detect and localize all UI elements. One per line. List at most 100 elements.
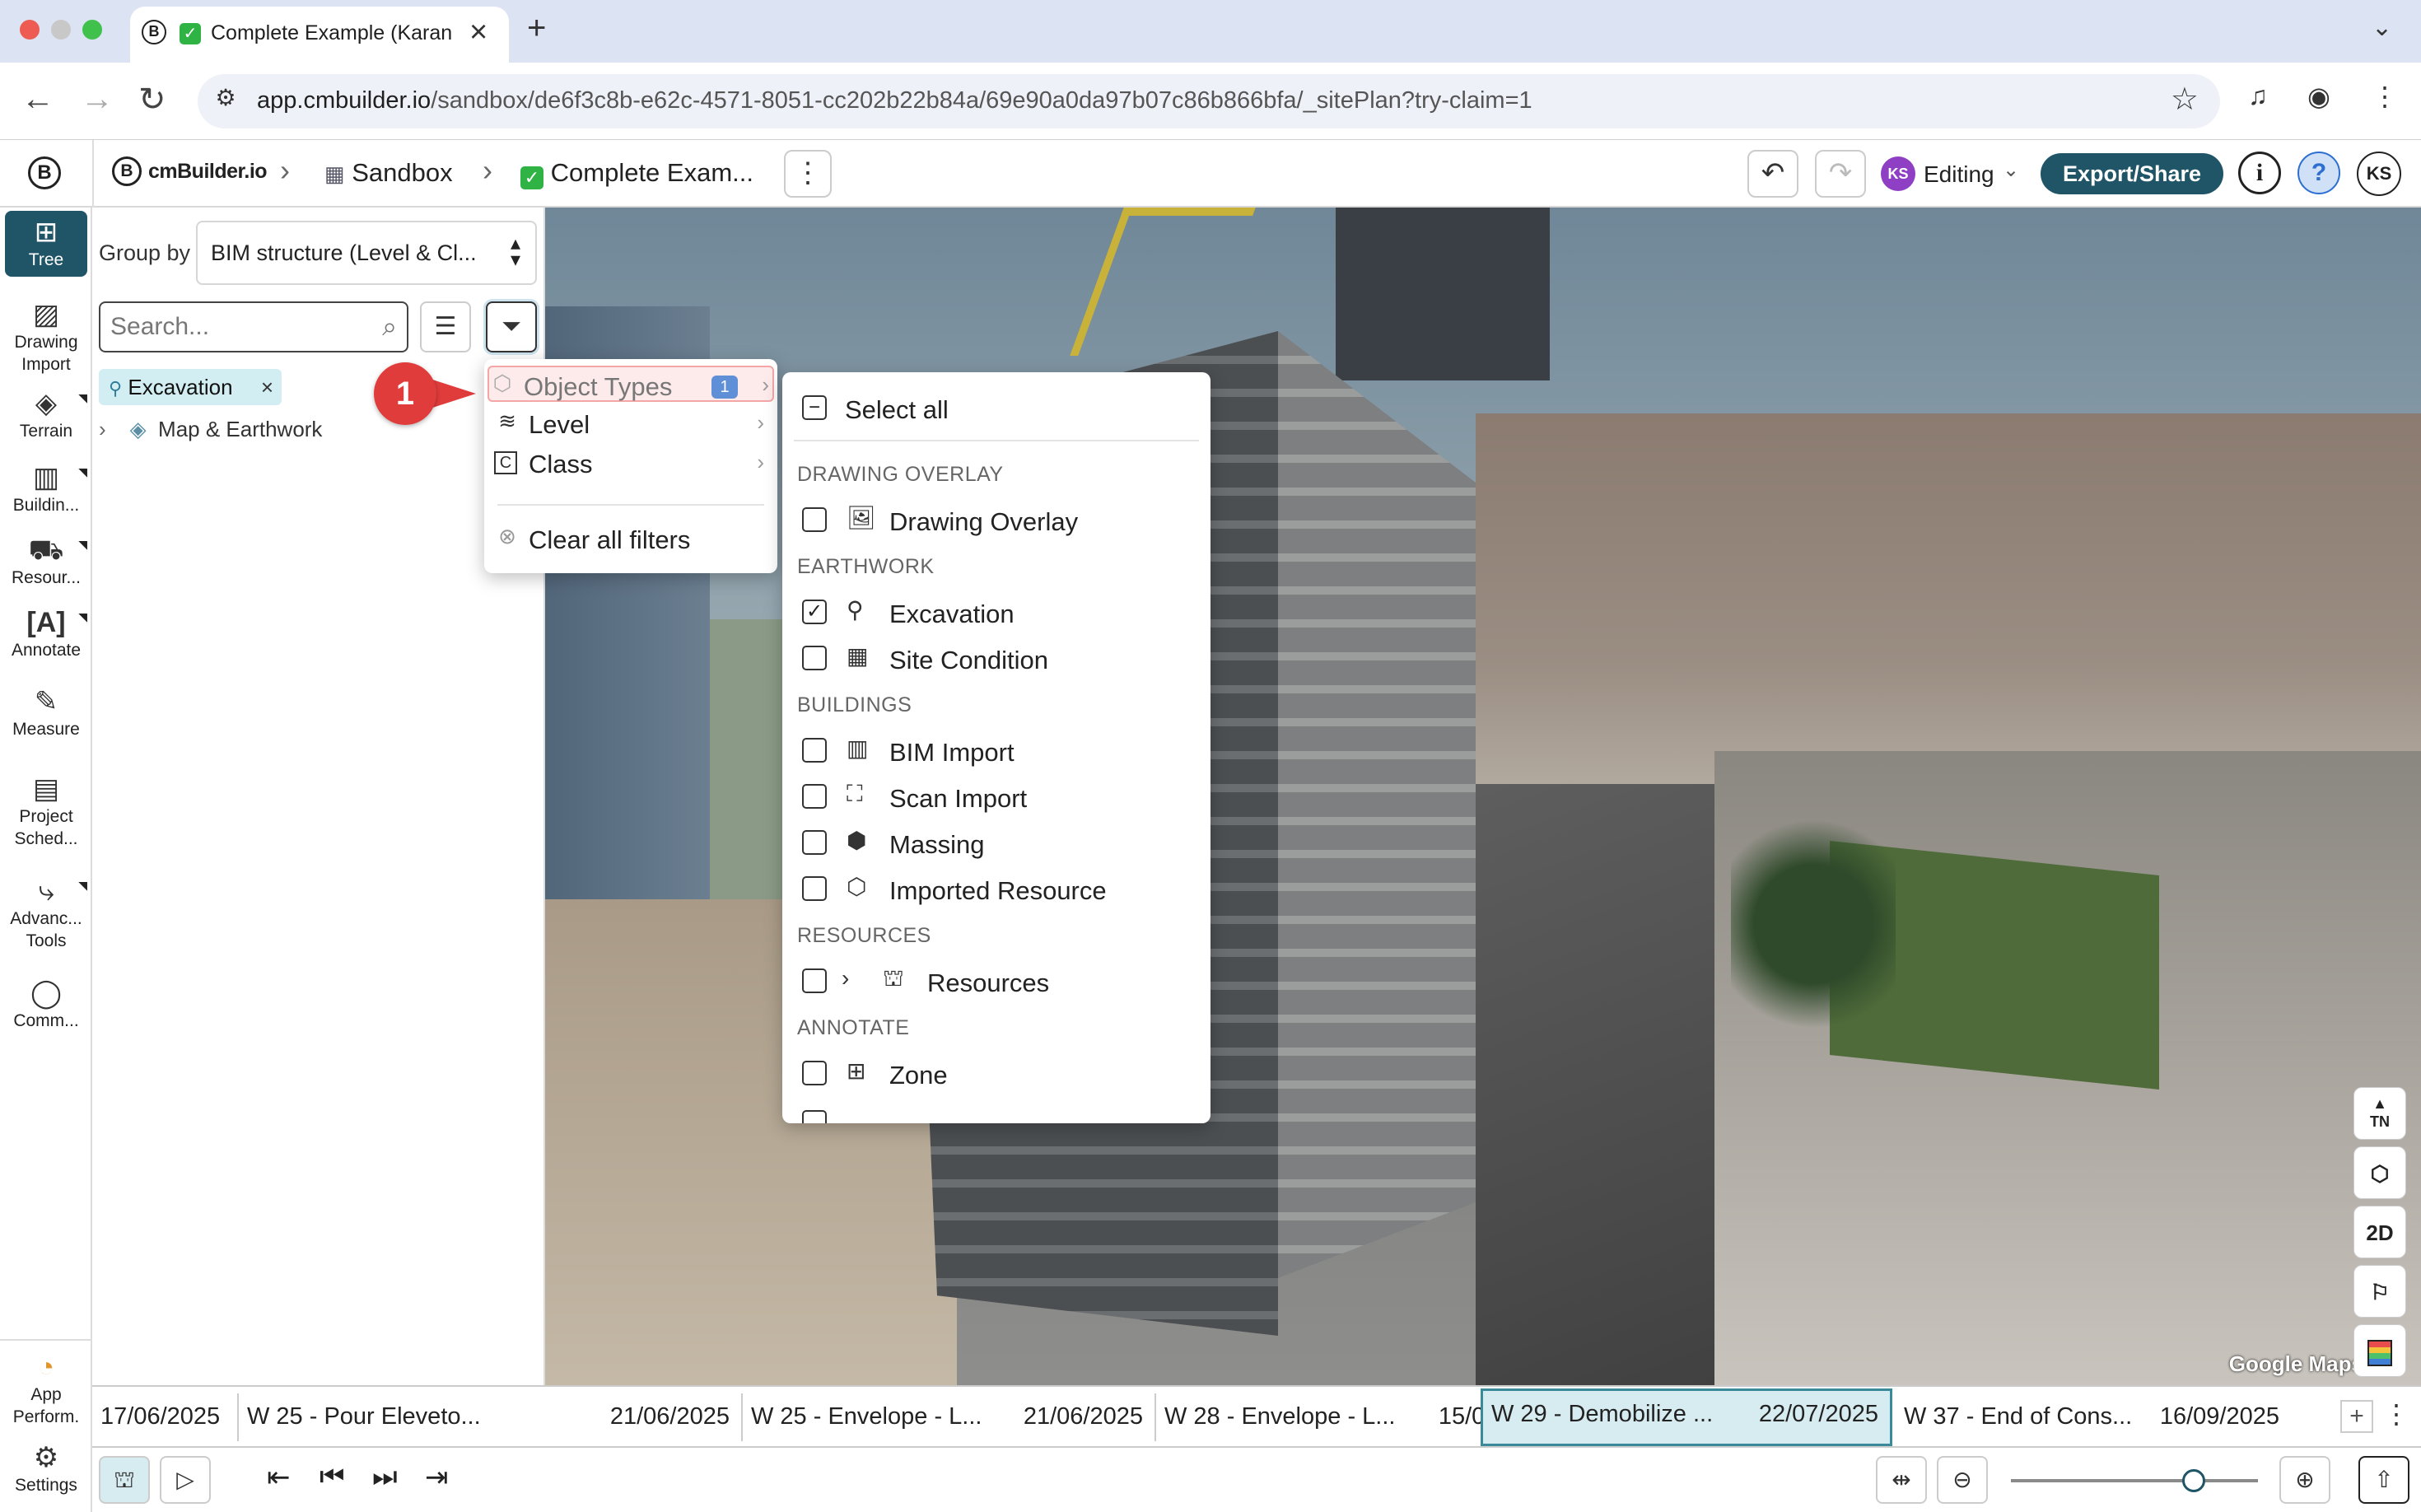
site-settings-icon[interactable]: ⚙ [209, 84, 242, 117]
app-logo-icon[interactable]: B [28, 156, 61, 189]
url-host: app.cmbuilder.io [257, 87, 431, 114]
redo-button[interactable]: ↷ [1815, 150, 1866, 198]
browser-tab-active[interactable]: B ✓ Complete Example (Karan × [130, 7, 509, 63]
rail-item-settings[interactable]: ⚙ Settings [0, 1441, 92, 1496]
timeline-menu-icon[interactable]: ⋮ [2383, 1398, 2409, 1430]
window-close-button[interactable] [20, 20, 40, 40]
type-checkbox[interactable] [802, 830, 827, 855]
timeline-item[interactable]: W 37 - End of Cons... 16/09/2025 [1896, 1393, 2291, 1441]
step-back-icon[interactable]: ⏮ [320, 1461, 345, 1493]
timeline-item-selected[interactable]: W 29 - Demobilize ... 22/07/2025 [1481, 1388, 1892, 1446]
active-filter-chip[interactable]: ⚲ Excavation × [99, 369, 282, 405]
rail-item-app-performance[interactable]: ◔ App Perform. [0, 1351, 92, 1428]
search-box[interactable]: ⌕ [99, 301, 408, 352]
step-forward-icon[interactable]: ⏭ [372, 1461, 398, 1493]
export-share-button[interactable]: Export/Share [2041, 153, 2223, 194]
rail-item-drawing-import[interactable]: ▨ Drawing Import [0, 298, 92, 376]
rail-item-advanced-tools[interactable]: ◥ ⤷ Advanc... Tools [0, 875, 92, 952]
zoom-out-button[interactable]: ⊖ [1937, 1456, 1988, 1504]
media-control-icon[interactable]: ♫ [2248, 81, 2268, 111]
menu-item-clear-filters[interactable]: ⊗ Clear all filters [494, 520, 767, 557]
address-bar[interactable]: ⚙ app.cmbuilder.io/sandbox/de6f3c8b-e62c… [198, 74, 2220, 128]
breadcrumb-project[interactable]: ✓ Complete Exam... [520, 158, 753, 189]
skip-to-start-icon[interactable]: ⇤ [267, 1461, 291, 1494]
brand-name[interactable]: cmBuilder.io [148, 160, 268, 184]
add-milestone-button[interactable]: + [2340, 1400, 2373, 1433]
compass-button[interactable]: ▲ TN [2353, 1087, 2406, 1140]
rail-item-terrain[interactable]: ◥ ◈ Terrain [0, 387, 92, 442]
rail-item-comments[interactable]: ◯ Comm... [0, 977, 92, 1032]
group-by-select[interactable]: BIM structure (Level & Cl... ▴ ▾ [196, 221, 537, 285]
sort-options-button[interactable]: ☰ [420, 301, 471, 352]
tab-search-chevron-icon[interactable]: ⌄ [2372, 13, 2392, 42]
url-text[interactable]: app.cmbuilder.io/sandbox/de6f3c8b-e62c-4… [257, 87, 1532, 114]
timeline-item[interactable]: W 25 - Envelope - L... 21/06/2025 [743, 1393, 1156, 1441]
rail-item-project-schedule[interactable]: ▤ Project Sched... [0, 772, 92, 850]
search-input[interactable] [100, 303, 356, 351]
layer-colors-icon[interactable] [2353, 1324, 2406, 1377]
project-menu-button[interactable]: ⋮ [784, 150, 832, 198]
step-callout-badge: 1 [374, 362, 436, 425]
rail-item-measure[interactable]: ✎ Measure [0, 685, 92, 740]
select-all-checkbox[interactable]: − [802, 395, 827, 420]
type-checkbox[interactable] [802, 738, 827, 763]
tree-item-map-earthwork[interactable]: › ◈ Map & Earthwork [99, 417, 322, 442]
chevron-down-icon: ⌄ [2003, 159, 2020, 181]
type-checkbox[interactable] [802, 646, 827, 670]
breadcrumb-project-label: Complete Exam... [550, 158, 753, 187]
type-checkbox[interactable] [802, 968, 827, 993]
window-maximize-button[interactable] [82, 20, 102, 40]
type-checkbox[interactable] [802, 507, 827, 532]
submenu-indicator-icon: ◥ [78, 538, 87, 551]
crane-view-button[interactable]: ⛫ [99, 1456, 150, 1504]
checkmark-icon: ✓ [520, 166, 543, 189]
timeline-item[interactable]: 17/06/2025 [92, 1393, 239, 1441]
type-checkbox[interactable] [802, 1061, 827, 1085]
rail-item-tree[interactable]: ⊞ Tree [5, 211, 87, 277]
mode-select[interactable]: KS Editing ⌄ [1878, 152, 2027, 196]
expand-chevron-icon[interactable]: › [842, 965, 849, 992]
forward-arrow-icon[interactable]: → [81, 81, 114, 118]
window-minimize-button[interactable] [51, 20, 71, 40]
rail-item-buildings[interactable]: ◥ ▥ Buildin... [0, 461, 92, 516]
profile-icon[interactable]: ◉ [2307, 81, 2330, 112]
browser-menu-icon[interactable]: ⋮ [2372, 81, 2398, 112]
help-icon[interactable]: ? [2297, 152, 2340, 194]
person-view-icon[interactable]: ⚐ [2353, 1265, 2406, 1318]
view-cube-icon[interactable]: ⬡ [2353, 1146, 2406, 1199]
type-checkbox[interactable] [802, 784, 827, 809]
menu-item-level[interactable]: ≋ Level › [494, 405, 767, 441]
info-icon[interactable]: i [2238, 152, 2281, 194]
zoom-in-button[interactable]: ⊕ [2279, 1456, 2330, 1504]
profile-avatar[interactable]: KS [2357, 152, 2401, 196]
timeline-item[interactable]: W 25 - Pour Eleveto... 21/06/2025 [239, 1393, 743, 1441]
type-checkbox-checked[interactable]: ✓ [802, 600, 827, 624]
play-presentation-button[interactable]: ▷ [160, 1456, 211, 1504]
2d-toggle-button[interactable]: 2D [2353, 1206, 2406, 1258]
zoom-slider-thumb[interactable] [2182, 1469, 2205, 1492]
type-checkbox[interactable] [802, 1110, 827, 1123]
tab-close-icon[interactable]: × [469, 15, 487, 50]
breadcrumb-sandbox[interactable]: ▦ Sandbox [324, 158, 453, 188]
undo-button[interactable]: ↶ [1747, 150, 1798, 198]
expand-panel-button[interactable]: ⇧ [2358, 1456, 2409, 1504]
fit-range-button[interactable]: ⇹ [1876, 1456, 1927, 1504]
select-arrows-icon: ▴ ▾ [510, 232, 520, 271]
back-arrow-icon[interactable]: ← [21, 81, 54, 118]
zoom-slider-track[interactable] [2011, 1479, 2258, 1482]
bookmark-star-icon[interactable]: ☆ [2171, 81, 2199, 118]
app-header: B B cmBuilder.io › ▦ Sandbox › ✓ Complet… [0, 140, 2421, 208]
remove-filter-icon[interactable]: × [261, 369, 273, 405]
skip-to-end-icon[interactable]: ⇥ [425, 1461, 449, 1494]
rail-item-annotate[interactable]: ◥ [A] Annotate [0, 606, 92, 661]
type-checkbox[interactable] [802, 876, 827, 901]
timeline-name: W 28 - Envelope - L... [1164, 1403, 1396, 1430]
rail-item-resources[interactable]: ◥ ⛟ Resour... [0, 534, 92, 589]
expand-chevron-icon[interactable]: › [99, 417, 106, 441]
browser-tab-title: Complete Example (Karan [211, 21, 453, 44]
new-tab-button[interactable]: + [527, 10, 546, 47]
filter-button[interactable]: ⏷ [486, 301, 537, 352]
menu-item-object-types[interactable]: ⬡ Object Types 1 › [487, 366, 774, 402]
menu-item-class[interactable]: C Class › [494, 445, 767, 481]
reload-icon[interactable]: ↻ [138, 81, 166, 119]
